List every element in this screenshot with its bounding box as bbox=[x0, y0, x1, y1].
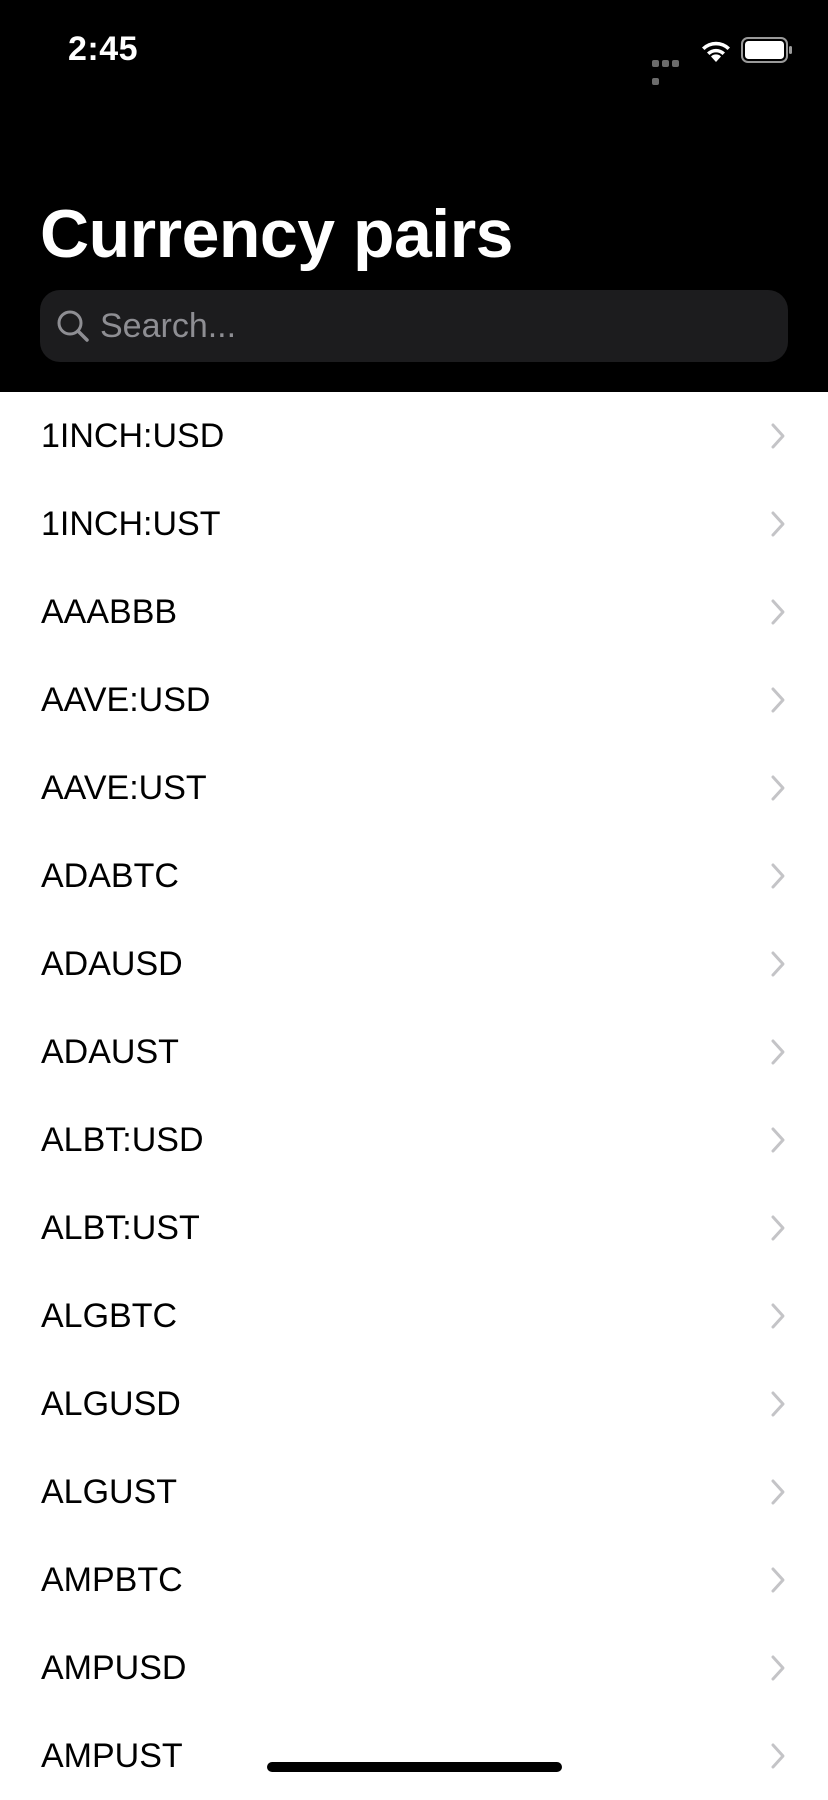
status-time: 2:45 bbox=[68, 30, 139, 68]
list-item[interactable]: AAVE:UST bbox=[0, 744, 828, 832]
chevron-right-icon bbox=[771, 1215, 785, 1241]
home-indicator bbox=[267, 1762, 562, 1772]
chevron-right-icon bbox=[771, 951, 785, 977]
chevron-right-icon bbox=[771, 1567, 785, 1593]
navigation-header: 2:45 Currency pairs bbox=[0, 0, 828, 392]
list-item[interactable]: ALBT:USD bbox=[0, 1096, 828, 1184]
chevron-right-icon bbox=[771, 1655, 785, 1681]
pair-label: ADABTC bbox=[41, 857, 179, 895]
chevron-right-icon bbox=[771, 1303, 785, 1329]
battery-icon bbox=[741, 37, 792, 63]
page-title: Currency pairs bbox=[40, 196, 513, 272]
pair-label: ADAUSD bbox=[41, 945, 183, 983]
chevron-right-icon bbox=[771, 1391, 785, 1417]
chevron-right-icon bbox=[771, 423, 785, 449]
pair-label: ALGUST bbox=[41, 1473, 178, 1511]
list-item[interactable]: ALGUST bbox=[0, 1448, 828, 1536]
status-bar: 2:45 bbox=[0, 0, 828, 100]
pair-label: AAVE:USD bbox=[41, 681, 211, 719]
pair-label: ALGBTC bbox=[41, 1297, 178, 1335]
list-item[interactable]: AAABBB bbox=[0, 568, 828, 656]
chevron-right-icon bbox=[771, 1743, 785, 1769]
chevron-right-icon bbox=[771, 863, 785, 889]
cellular-signal-icon bbox=[652, 54, 690, 85]
pair-label: AAABBB bbox=[41, 593, 178, 631]
chevron-right-icon bbox=[771, 775, 785, 801]
pair-label: AMPUSD bbox=[41, 1649, 187, 1687]
list-item[interactable]: AMPBTC bbox=[0, 1536, 828, 1624]
pair-label: AAVE:UST bbox=[41, 769, 207, 807]
pair-label: 1INCH:UST bbox=[41, 505, 221, 543]
chevron-right-icon bbox=[771, 1127, 785, 1153]
list-item[interactable]: ADAUSD bbox=[0, 920, 828, 1008]
pair-label: 1INCH:USD bbox=[41, 417, 225, 455]
list-item[interactable]: ADAUST bbox=[0, 1008, 828, 1096]
pair-label: ADAUST bbox=[41, 1033, 179, 1071]
list-item[interactable]: ALGUSD bbox=[0, 1360, 828, 1448]
pair-label: AMPBTC bbox=[41, 1561, 183, 1599]
chevron-right-icon bbox=[771, 511, 785, 537]
chevron-right-icon bbox=[771, 1039, 785, 1065]
list-item[interactable]: ALGBTC bbox=[0, 1272, 828, 1360]
search-icon bbox=[57, 310, 89, 342]
currency-pair-list: 1INCH:USD 1INCH:UST AAABBB AAVE:USD AAVE:UST… bbox=[0, 392, 828, 1800]
list-item[interactable]: ALBT:UST bbox=[0, 1184, 828, 1272]
search-input[interactable] bbox=[100, 290, 770, 362]
chevron-right-icon bbox=[771, 687, 785, 713]
chevron-right-icon bbox=[771, 1479, 785, 1505]
pair-label: ALBT:UST bbox=[41, 1209, 200, 1247]
pair-label: ALGUSD bbox=[41, 1385, 181, 1423]
list-item[interactable]: 1INCH:UST bbox=[0, 480, 828, 568]
search-bar[interactable] bbox=[40, 290, 788, 362]
wifi-icon bbox=[702, 41, 730, 62]
list-item[interactable]: AMPUSD bbox=[0, 1624, 828, 1712]
list-item[interactable]: ADABTC bbox=[0, 832, 828, 920]
chevron-right-icon bbox=[771, 599, 785, 625]
pair-label: ALBT:USD bbox=[41, 1121, 204, 1159]
list-item[interactable]: AAVE:USD bbox=[0, 656, 828, 744]
list-item[interactable]: AMPUST bbox=[0, 1712, 828, 1800]
pair-label: AMPUST bbox=[41, 1737, 183, 1775]
list-item[interactable]: 1INCH:USD bbox=[0, 392, 828, 480]
